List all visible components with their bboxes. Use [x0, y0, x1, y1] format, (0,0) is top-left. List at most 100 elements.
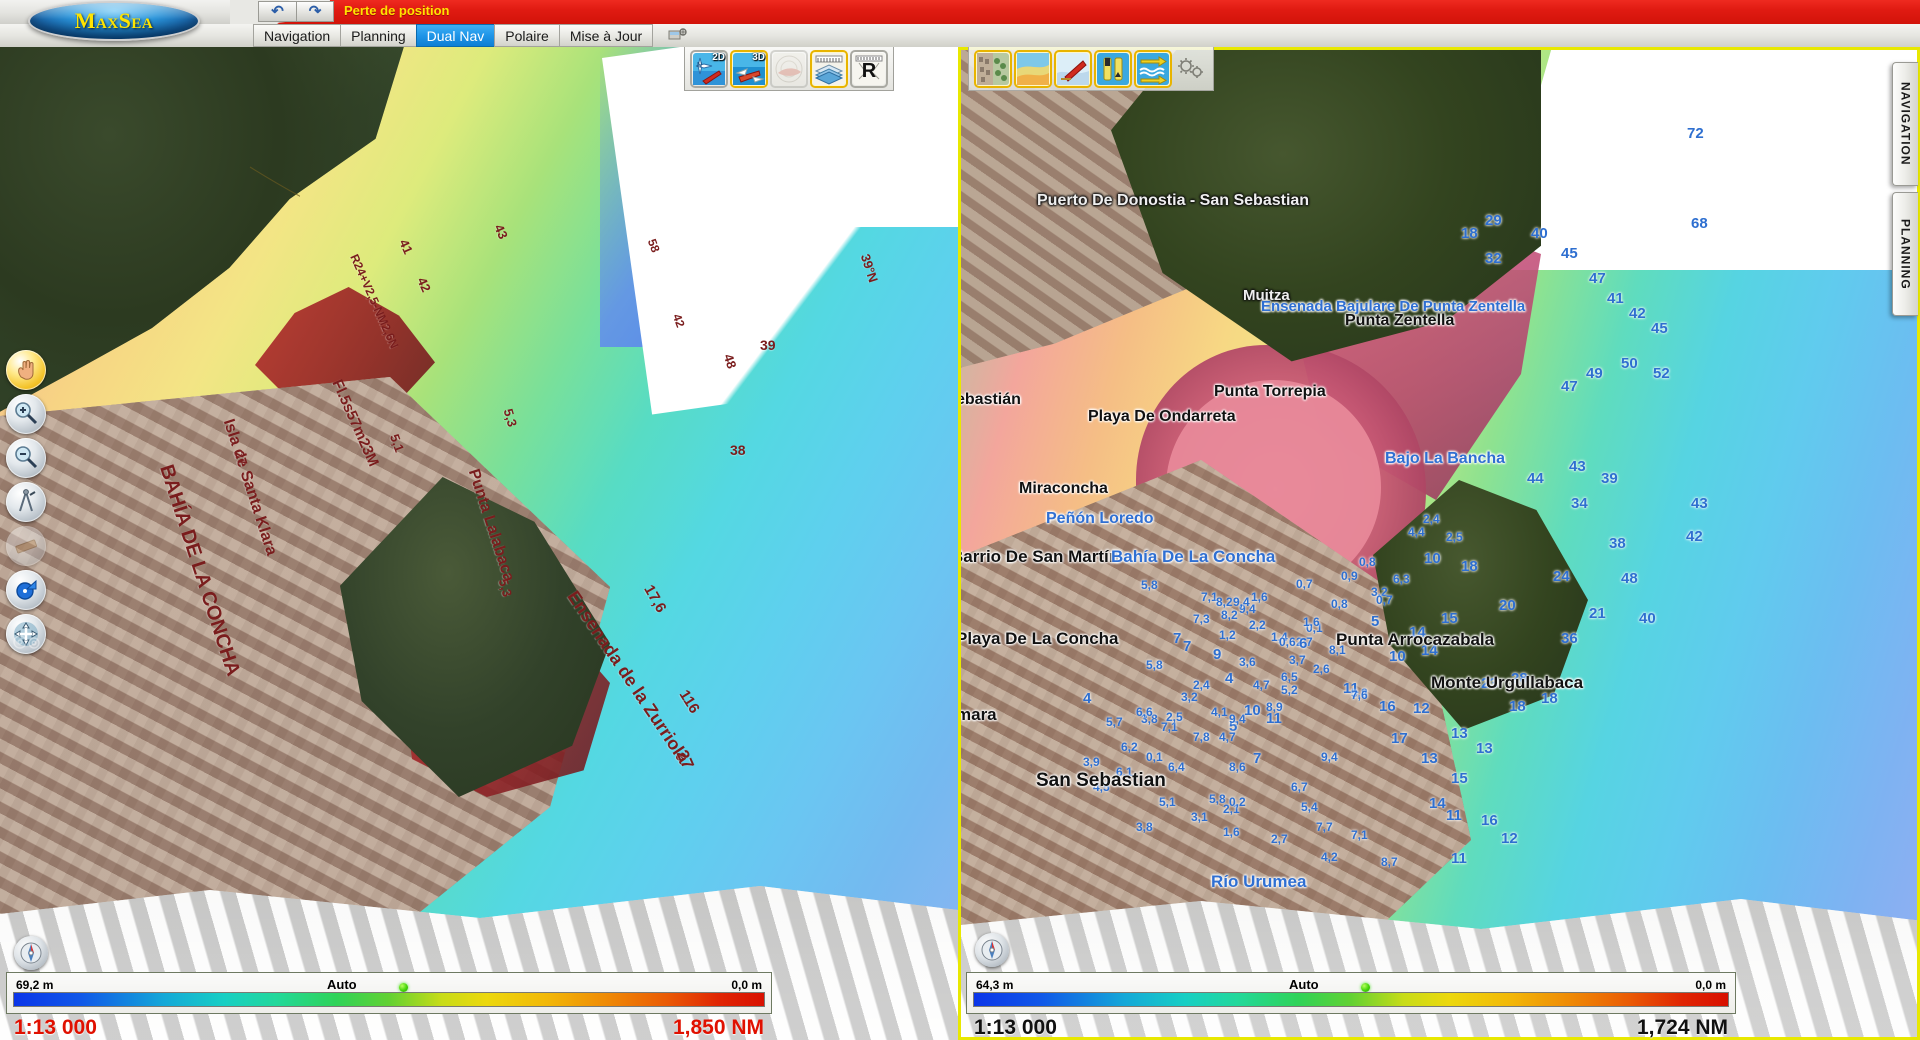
depth-sounding: 47	[1561, 378, 1578, 395]
depth-sounding: 5,8	[1141, 578, 1158, 592]
depth-sounding: 6,6	[1136, 705, 1153, 719]
depth-sounding: 7	[1183, 638, 1191, 655]
depth-sounding: 39	[1601, 470, 1618, 487]
left-3d-scene: BAHÍA DE LA CONCHAIsla de Santa KlaraFl.…	[0, 47, 958, 1040]
side-tab-planning[interactable]: PLANNING	[1892, 192, 1918, 316]
view-2d-button[interactable]: N 2D	[690, 50, 728, 88]
tab-mise-a-jour[interactable]: Mise à Jour	[559, 24, 653, 47]
right-scale-row: 1:13 000 1,724 NM	[966, 1014, 1736, 1040]
depth-sounding: 38	[1609, 535, 1626, 552]
mode-tab-bar: Navigation Planning Dual Nav Polaire Mis…	[253, 24, 653, 47]
view-3d-button[interactable]: 3D	[730, 50, 768, 88]
right-depth-max-label: 0,0 m	[1695, 978, 1726, 992]
left-depth-min-label: 69,2 m	[16, 978, 53, 992]
left-scale-row: 1:13 000 1,850 NM	[6, 1014, 772, 1040]
left-depth-scale-bar[interactable]: 69,2 m Auto 0,0 m	[6, 972, 772, 1014]
zoom-in-tool[interactable]	[6, 394, 46, 434]
divider-compass-tool[interactable]	[6, 482, 46, 522]
depth-sounding: 3,1	[1191, 810, 1208, 824]
depth-sounding: 0,1	[1306, 621, 1323, 635]
depth-sounding: 7,1	[1351, 828, 1368, 842]
depth-sounding: 43	[1691, 495, 1708, 512]
dual-chart-area: BAHÍA DE LA CONCHAIsla de Santa KlaraFl.…	[0, 47, 1920, 1040]
depth-sounding: 23	[1481, 675, 1498, 692]
side-tab-planning-label: PLANNING	[1899, 219, 1913, 290]
left-depth-auto-led[interactable]	[399, 983, 408, 992]
redo-button[interactable]: ↷	[296, 1, 334, 22]
depth-sounding: 41	[1607, 290, 1624, 307]
depth-sounding: 2,7	[1271, 832, 1288, 846]
left-chart-scale: 1:13 000	[14, 1017, 97, 1038]
chart-layers-button[interactable]	[810, 50, 848, 88]
view-mode-toolbar: N 2D 3D	[684, 47, 894, 91]
right-depth-scale-bar[interactable]: 64,3 m Auto 0,0 m	[966, 972, 1736, 1014]
depth-sounding: 12	[1413, 700, 1430, 717]
chart-panel-left-3d[interactable]: BAHÍA DE LA CONCHAIsla de Santa KlaraFl.…	[0, 47, 958, 1040]
depth-sounding: 0,8	[1359, 555, 1376, 569]
target-position-tool[interactable]	[6, 570, 46, 610]
depth-sounding: 7,7	[1316, 820, 1333, 834]
zoom-out-tool[interactable]	[6, 438, 46, 478]
depth-sounding: 1,6	[1251, 590, 1268, 604]
depth-sounding: 72	[1687, 125, 1704, 142]
depth-sounding: 7,1	[1201, 590, 1218, 604]
depth-sounding: 1,2	[1219, 628, 1236, 642]
right-depth-min-label: 64,3 m	[976, 978, 1013, 992]
right-north-compass[interactable]	[975, 933, 1009, 967]
depth-sounding: 40	[1639, 610, 1656, 627]
side-tab-navigation-label: NAVIGATION	[1899, 82, 1913, 166]
depth-sounding: 0,8	[1331, 597, 1348, 611]
depth-sounding: 6,1	[1116, 765, 1133, 779]
chart-panel-right-2d[interactable]: 0,70,90,81,60,11,42,71,22,293,63,72,68,1…	[958, 47, 1920, 1040]
depth-sounding: 43	[1569, 458, 1586, 475]
depth-sounding: 5,8	[1351, 686, 1368, 700]
route-r-button[interactable]: R	[850, 50, 888, 88]
depth-sounding: 3,6	[1239, 655, 1256, 669]
depth-sounding: 44	[1527, 470, 1544, 487]
pan-hand-tool[interactable]	[6, 350, 46, 390]
depth-sounding: 40	[1531, 225, 1548, 242]
right-depth-auto-led[interactable]	[1361, 983, 1370, 992]
depth-sounding: 24	[1553, 568, 1570, 585]
depth-sounding: 2,2	[1249, 618, 1266, 632]
depth-sounding: 4,2	[1321, 850, 1338, 864]
depth-sounding: 6,2	[1121, 740, 1138, 754]
depth-sounding: 10	[1424, 550, 1441, 567]
depth-sounding: 6	[1299, 635, 1307, 652]
depth-sounding: 20	[1499, 597, 1516, 614]
tab-planning[interactable]: Planning	[340, 24, 416, 47]
left-north-compass[interactable]	[14, 936, 48, 970]
depth-sounding: 45	[1561, 245, 1578, 262]
settings-gears-button[interactable]	[1174, 50, 1208, 88]
tide-gauge-button[interactable]	[1094, 50, 1132, 88]
depth-sounding: 2,4	[1423, 512, 1440, 526]
ruler-tool[interactable]	[6, 526, 46, 566]
depth-sounding: 2,7	[1296, 635, 1313, 649]
depth-sounding: 9	[1213, 646, 1221, 663]
radar-button[interactable]	[770, 50, 808, 88]
current-arrows-button[interactable]	[1134, 50, 1172, 88]
side-tab-navigation[interactable]: NAVIGATION	[1892, 62, 1918, 186]
depth-sounding: 29	[1485, 212, 1502, 229]
tab-navigation[interactable]: Navigation	[253, 24, 340, 47]
position-loss-alert: Perte de position	[344, 3, 449, 18]
boat-track-button[interactable]	[1054, 50, 1092, 88]
depth-sounding: 28	[1511, 670, 1528, 687]
workspace-options-icon[interactable]	[668, 26, 688, 44]
title-bar: ↶ ↷ Perte de position	[0, 0, 1920, 24]
tab-dual-nav[interactable]: Dual Nav	[416, 24, 495, 47]
svg-text:N: N	[697, 62, 702, 69]
tab-polaire[interactable]: Polaire	[494, 24, 559, 47]
undo-button[interactable]: ↶	[258, 1, 296, 22]
depth-sounding: 0,9	[1341, 569, 1358, 583]
depth-sounding: 5,8	[1146, 658, 1163, 672]
depth-sounding: 45	[1651, 320, 1668, 337]
depth-sounding: 10	[1244, 702, 1261, 719]
depth-sounding: 3,2	[1371, 585, 1388, 599]
depth-sounding: 11	[1451, 850, 1467, 867]
satellite-photo-button[interactable]	[974, 50, 1012, 88]
depth-sounding: 8,1	[1329, 643, 1346, 657]
route-r-letter: R	[852, 61, 886, 81]
bathymetry-button[interactable]	[1014, 50, 1052, 88]
depth-sounding: 2,4	[1193, 678, 1210, 692]
